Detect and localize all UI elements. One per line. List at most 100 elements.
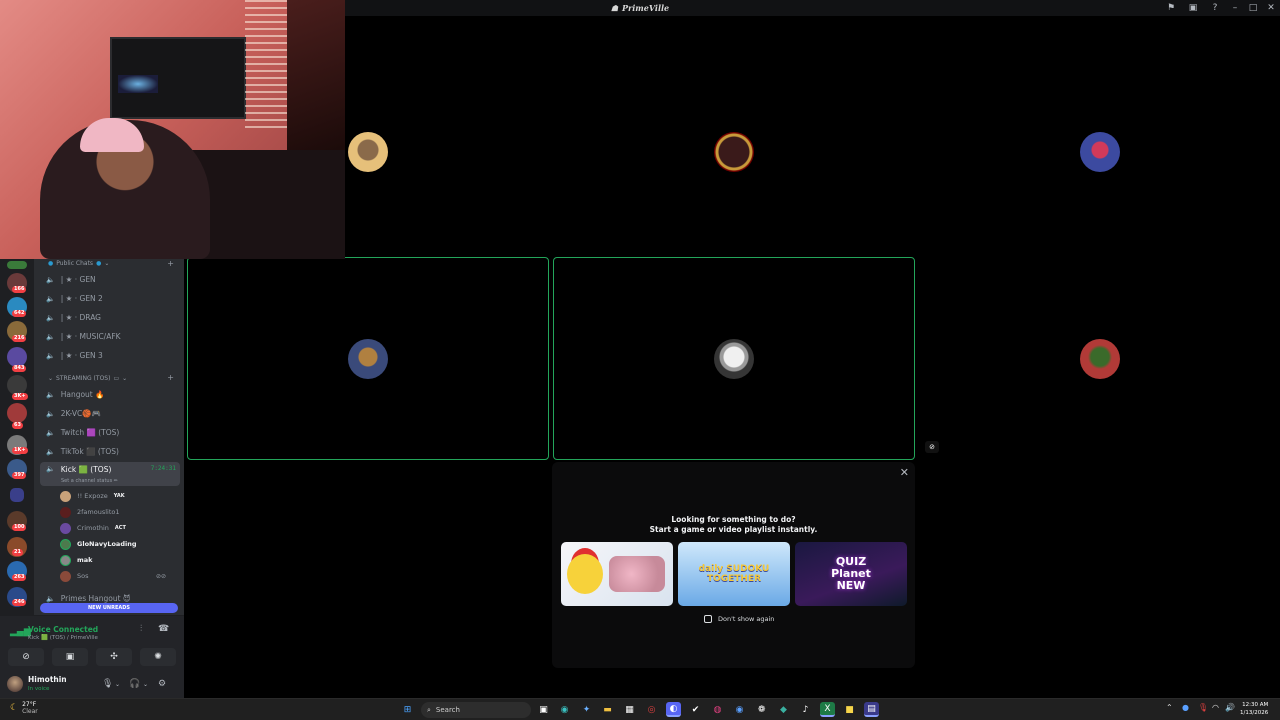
voice-location[interactable]: Kick 🟩 (TOS) / PrimeVille	[28, 635, 98, 641]
participant-tile-6[interactable]: ⊘	[919, 258, 1280, 459]
add-channel-button[interactable]: +	[167, 259, 174, 268]
chevron-down-icon[interactable]: ⌄	[143, 681, 148, 688]
voice-channel-gen-2[interactable]: 🔈 | ★ · GEN 2	[40, 290, 180, 307]
instagram-icon[interactable]: ◍	[710, 702, 725, 717]
minimize-button[interactable]: –	[1226, 0, 1244, 16]
camera-toggle-button[interactable]: ⊘	[8, 648, 44, 666]
flag-icon[interactable]: ⚑	[1160, 0, 1182, 16]
wifi-icon[interactable]: ◠	[1212, 703, 1219, 712]
unread-badge: 100	[12, 524, 27, 531]
channel-status[interactable]: Set a channel status ✏	[61, 478, 118, 484]
dont-show-again-checkbox[interactable]: Don't show again	[704, 615, 774, 623]
voice-member[interactable]: Sos ⊘⊘	[60, 569, 166, 583]
voice-member[interactable]: !! Expoze YAK	[60, 489, 125, 503]
chevron-down-icon: ⌄	[48, 375, 54, 382]
chevron-up-icon[interactable]: ⌃	[1166, 703, 1173, 712]
participant-avatar	[714, 338, 754, 379]
unread-badge: 1K+	[12, 447, 28, 454]
volume-icon[interactable]: 🔊	[1225, 703, 1235, 712]
voice-channel-hangout[interactable]: 🔈 Hangout 🔥	[40, 386, 180, 403]
help-icon[interactable]: ?	[1204, 0, 1226, 16]
folder-icon[interactable]	[10, 488, 24, 502]
activity-title: QUIZ Planet NEW	[831, 555, 871, 592]
category-streaming[interactable]: ⌄ STREAMING (TOS) ▭ ⌄	[48, 375, 127, 382]
steam-icon[interactable]: ✔	[688, 702, 703, 717]
moon-icon: ☾	[10, 703, 19, 713]
activity-card-sudoku[interactable]: daily SUDOKU TOGETHER	[678, 542, 790, 606]
participant-tile-5[interactable]	[553, 257, 915, 460]
app-icon[interactable]: ▤	[864, 702, 879, 717]
settings-gear-icon[interactable]: ⚙	[158, 679, 166, 689]
voice-channel-twitch[interactable]: 🔈 Twitch 🟪 (TOS)	[40, 424, 180, 441]
sticky-notes-icon[interactable]: ■	[842, 702, 857, 717]
weather-widget[interactable]: ☾ 27°F Clear	[10, 701, 38, 715]
taskbar-search[interactable]: ⌕ Search	[421, 702, 531, 718]
avatar[interactable]	[7, 676, 23, 692]
username[interactable]: Himothin	[28, 675, 67, 684]
voice-channel-2k-vc[interactable]: 🔈 2K-VC🏀🎮	[40, 405, 180, 422]
screen-share-button[interactable]: ▣	[52, 648, 88, 666]
inbox-icon[interactable]: ▣	[1182, 0, 1204, 16]
add-channel-button[interactable]: +	[167, 373, 174, 382]
voice-member[interactable]: GloNavyLoading	[60, 537, 136, 551]
chatgpt-icon[interactable]: ❁	[754, 702, 769, 717]
app-icon[interactable]: ◉	[732, 702, 747, 717]
noise-suppression-icon[interactable]: ⫶	[140, 624, 142, 634]
activity-suggestion-popup: ✕ Looking for something to do? Start a g…	[552, 462, 915, 668]
voice-member[interactable]: mak	[60, 553, 92, 567]
microphone-icon[interactable]: 🎙	[102, 679, 113, 689]
app-icon[interactable]: ◆	[776, 702, 791, 717]
activity-card-quiz-planet[interactable]: QUIZ Planet NEW	[795, 542, 907, 606]
channel-timer: 7:24:31	[150, 465, 176, 472]
disconnect-icon[interactable]: ☎	[158, 624, 169, 634]
start-button[interactable]: ⊞	[400, 702, 415, 717]
headphones-icon[interactable]: 🎧	[129, 679, 140, 689]
voice-member[interactable]: 2famouslito1	[60, 505, 120, 519]
maximize-button[interactable]: □	[1244, 0, 1262, 16]
app-logo-icon: ☗	[610, 3, 619, 13]
server-icon[interactable]	[7, 375, 27, 395]
participant-tile-2[interactable]	[554, 50, 914, 253]
avatar	[60, 554, 71, 566]
speaker-icon: 🔈	[46, 275, 55, 284]
voice-channel-gen[interactable]: 🔈 | ★ · GEN	[40, 271, 180, 288]
server-icon[interactable]	[7, 347, 27, 367]
checkbox[interactable]	[704, 615, 712, 623]
chrome-icon[interactable]: ◎	[644, 702, 659, 717]
task-view-icon[interactable]: ▣	[536, 702, 551, 717]
tiktok-icon[interactable]: ♪	[798, 702, 813, 717]
store-icon[interactable]: ▦	[622, 702, 637, 717]
unread-badge: 3K+	[12, 393, 28, 400]
close-window-button[interactable]: ✕	[1262, 0, 1280, 16]
category-public-chats[interactable]: ● Public Chats ● ⌄	[48, 260, 109, 267]
copilot-icon[interactable]: ✦	[579, 702, 594, 717]
server-icon[interactable]	[7, 403, 27, 423]
participant-tile-1[interactable]	[338, 50, 548, 253]
computer-icon: ▭	[113, 375, 120, 382]
voice-channel-music-afk[interactable]: 🔈 | ★ · MUSIC/AFK	[40, 328, 180, 345]
discord-icon[interactable]: ◐	[666, 702, 681, 717]
participant-tile-4[interactable]	[187, 257, 549, 460]
system-clock[interactable]: 12:30 AM 1/13/2026	[1240, 701, 1268, 717]
new-unreads-pill[interactable]: NEW UNREADS	[40, 603, 178, 613]
user-status: In voice	[28, 686, 50, 692]
close-popup-button[interactable]: ✕	[900, 466, 909, 479]
speaker-icon: 🔈	[46, 428, 55, 437]
soundboard-button[interactable]: ✺	[140, 648, 176, 666]
chevron-down-icon[interactable]: ⌄	[115, 681, 120, 688]
microphone-icon[interactable]: 🎙	[1198, 703, 1208, 712]
chevron-down-icon: ⌄	[122, 375, 128, 382]
activity-card-holiday[interactable]	[561, 542, 673, 606]
excel-icon[interactable]: X	[820, 702, 835, 717]
file-explorer-icon[interactable]: ▬	[600, 702, 615, 717]
voice-channel-drag[interactable]: 🔈 | ★ · DRAG	[40, 309, 180, 326]
voice-member[interactable]: Crimothin ACT	[60, 521, 126, 535]
network-app-icon[interactable]: ●	[1182, 703, 1189, 712]
participant-tile-3[interactable]	[919, 50, 1280, 253]
voice-channel-gen-3[interactable]: 🔈 | ★ · GEN 3	[40, 347, 180, 364]
edge-icon[interactable]: ◉	[557, 702, 572, 717]
server-icon[interactable]	[7, 261, 27, 269]
activities-button[interactable]: ✣	[96, 648, 132, 666]
voice-channel-tiktok[interactable]: 🔈 TikTok ⬛ (TOS)	[40, 443, 180, 460]
unread-badge: 843	[12, 365, 27, 372]
